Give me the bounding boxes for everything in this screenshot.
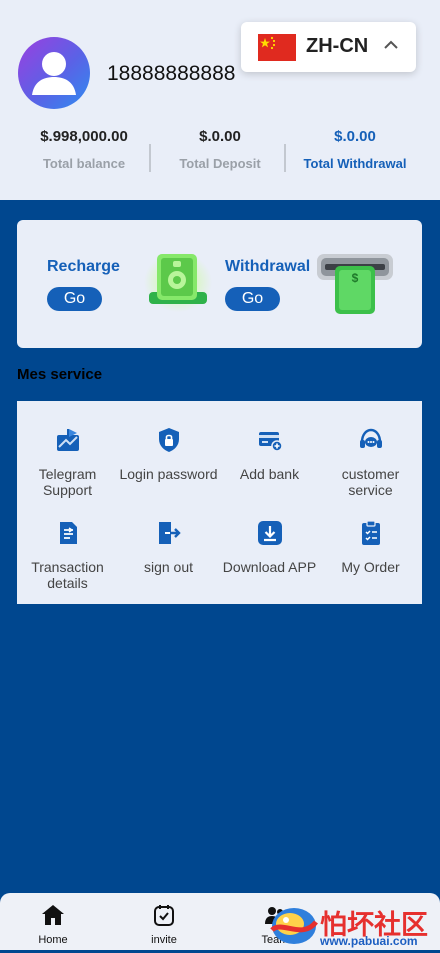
services-title: Mes service xyxy=(17,366,103,383)
watermark-logo-icon xyxy=(270,908,318,944)
service-label: My Order xyxy=(341,559,400,575)
tab-label: invite xyxy=(151,934,177,946)
bank-card-add-icon xyxy=(258,432,283,452)
service-label: Add bank xyxy=(239,466,300,482)
china-flag-icon xyxy=(258,34,296,61)
shield-lock-icon xyxy=(158,428,179,452)
svg-text:$: $ xyxy=(352,271,359,285)
recharge-go-button[interactable]: Go xyxy=(47,287,102,311)
service-label: customer service xyxy=(341,466,400,498)
chevron-up-icon xyxy=(384,40,398,49)
withdrawal-title: Withdrawal xyxy=(225,258,311,275)
tab-home[interactable]: Home xyxy=(23,904,83,946)
stat-label: Total balance xyxy=(42,156,126,171)
service-download-app[interactable]: Download APP xyxy=(219,520,320,575)
telegram-support-icon xyxy=(56,429,79,451)
service-transaction-details[interactable]: Transaction details xyxy=(17,520,118,591)
withdrawal-go-button[interactable]: Go xyxy=(225,287,280,311)
stat-label: Total Deposit xyxy=(179,156,261,171)
language-selector[interactable]: ZH-CN xyxy=(241,22,416,72)
service-add-bank[interactable]: Add bank xyxy=(219,427,320,482)
stat-total-withdrawal[interactable]: $.0.00 Total Withdrawal xyxy=(292,128,418,171)
service-label: sign out xyxy=(143,559,194,575)
watermark-url: www.pabuai.com xyxy=(320,934,418,948)
sign-out-icon xyxy=(158,522,181,544)
service-telegram-support[interactable]: Telegram Support xyxy=(17,427,118,498)
user-avatar-icon xyxy=(32,52,76,95)
service-label: Download APP xyxy=(222,559,317,575)
tab-invite[interactable]: invite xyxy=(134,904,194,946)
stat-divider xyxy=(284,144,286,172)
recharge-title: Recharge xyxy=(47,258,120,275)
service-label: Transaction details xyxy=(31,559,104,591)
service-label: Telegram Support xyxy=(38,466,97,498)
stat-value: $.0.00 xyxy=(199,128,241,145)
language-label: ZH-CN xyxy=(306,35,369,57)
service-sign-out[interactable]: sign out xyxy=(118,520,219,575)
wallet-actions-card: Recharge Go Withdrawal Go $ xyxy=(17,220,422,348)
stat-label: Total Withdrawal xyxy=(303,156,407,171)
account-header: 18888888888 ZH-CN $.998,000.00 Total bal… xyxy=(0,0,440,200)
user-phone: 18888888888 xyxy=(107,62,236,85)
document-icon xyxy=(59,522,77,544)
stat-value: $.998,000.00 xyxy=(40,128,128,145)
service-label: Login password xyxy=(119,466,218,482)
stat-divider xyxy=(149,144,151,172)
stat-value: $.0.00 xyxy=(334,128,376,145)
recharge-safe-icon xyxy=(144,252,212,312)
calendar-check-icon xyxy=(154,905,174,926)
withdrawal-atm-icon: $ xyxy=(317,254,393,314)
home-icon xyxy=(42,905,64,925)
site-watermark: 怕坏社区 www.pabuai.com xyxy=(268,900,440,950)
services-panel: Telegram Support Login password Add bank xyxy=(17,401,422,604)
tab-label: Home xyxy=(38,934,68,946)
headset-icon xyxy=(359,428,382,448)
service-customer-service[interactable]: customer service xyxy=(320,427,421,498)
stat-total-balance: $.998,000.00 Total balance xyxy=(20,128,148,171)
service-login-password[interactable]: Login password xyxy=(118,427,219,482)
download-icon xyxy=(257,521,282,545)
stat-total-deposit: $.0.00 Total Deposit xyxy=(158,128,282,171)
clipboard-icon xyxy=(361,520,380,545)
avatar[interactable] xyxy=(18,37,90,109)
service-my-order[interactable]: My Order xyxy=(320,520,421,575)
